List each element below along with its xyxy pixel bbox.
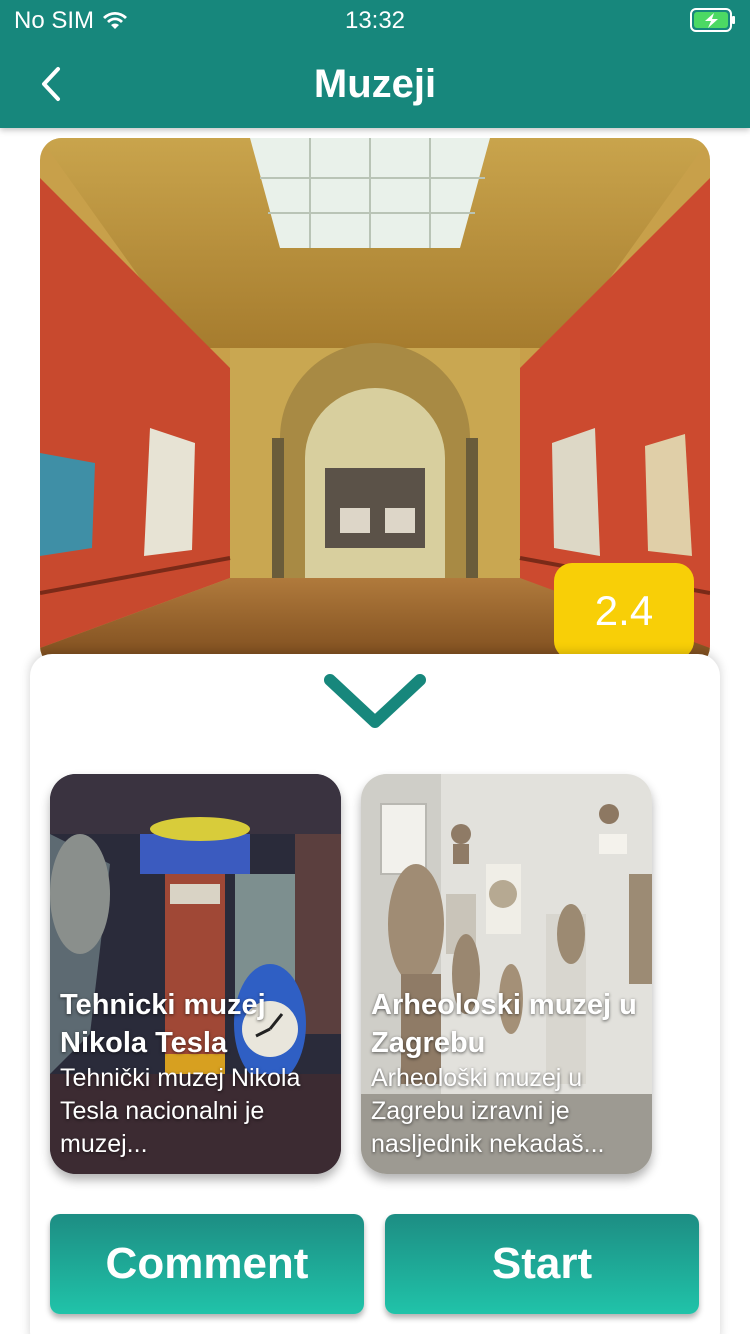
card-description: Arheološki muzej u Zagrebu izravni je na… — [371, 1064, 605, 1158]
card-text: Tehnicki muzej Nikola Tesla Tehnički muz… — [60, 986, 331, 1161]
page-title: Muzeji — [313, 62, 437, 106]
card-description: Tehnički muzej Nikola Tesla nacionalni j… — [60, 1064, 301, 1158]
comment-button[interactable]: Comment — [50, 1214, 364, 1314]
card-text: Arheoloski muzej u Zagrebu Arheološki mu… — [371, 986, 642, 1161]
app-header: No SIM 13:32 Muzeji — [0, 0, 750, 128]
museum-card-tesla[interactable]: Tehnicki muzej Nikola Tesla Tehnički muz… — [50, 774, 341, 1174]
rating-badge: 2.4 — [554, 563, 694, 659]
status-time: 13:32 — [344, 7, 406, 34]
chevron-down-icon[interactable] — [322, 672, 428, 734]
bottom-sheet: Tehnicki muzej Nikola Tesla Tehnički muz… — [30, 654, 720, 1334]
battery-charging-icon — [690, 8, 735, 32]
card-title: Arheoloski muzej u Zagrebu — [371, 989, 637, 1059]
card-title: Tehnicki muzej Nikola Tesla — [60, 989, 266, 1059]
museum-card-archaeology[interactable]: Arheoloski muzej u Zagrebu Arheološki mu… — [361, 774, 652, 1174]
start-button[interactable]: Start — [385, 1214, 699, 1314]
